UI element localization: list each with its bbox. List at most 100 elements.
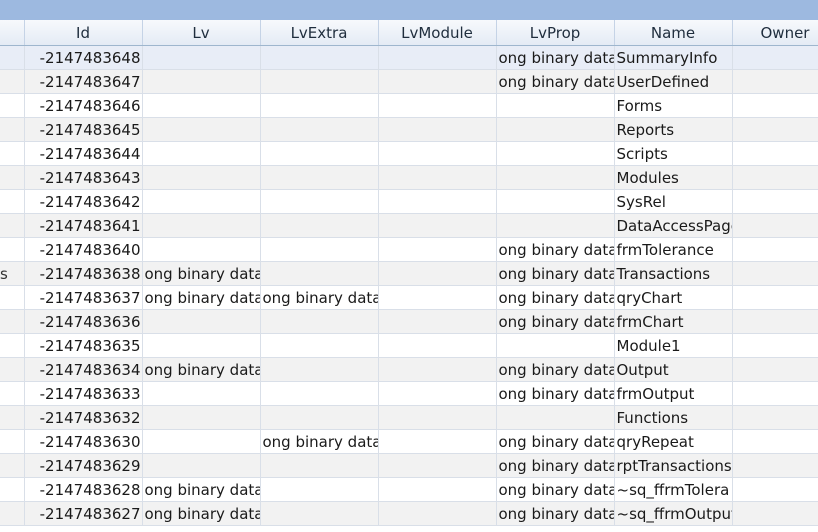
cell-lvprop[interactable]: ong binary data xyxy=(496,429,615,454)
cell-id[interactable]: -2147483637 xyxy=(24,285,143,310)
table-row[interactable]: -2147483648 ong binary data SummaryInfo xyxy=(0,45,818,70)
column-header-lvextra[interactable]: LvExtra xyxy=(260,20,379,46)
cell-lvmodule[interactable] xyxy=(378,477,497,502)
cell-lv[interactable] xyxy=(142,237,261,262)
cell-lvmodule[interactable] xyxy=(378,357,497,382)
cell-lv[interactable] xyxy=(142,213,261,238)
cell-edge[interactable] xyxy=(0,213,25,238)
cell-name[interactable]: UserDefined xyxy=(614,69,733,94)
cell-lvprop[interactable]: ong binary data xyxy=(496,237,615,262)
cell-lvextra[interactable] xyxy=(260,141,379,166)
cell-lvmodule[interactable] xyxy=(378,213,497,238)
cell-name[interactable]: DataAccessPage xyxy=(614,213,733,238)
cell-lvextra[interactable] xyxy=(260,237,379,262)
cell-owner[interactable] xyxy=(732,69,818,94)
cell-lv[interactable]: ong binary data xyxy=(142,501,261,526)
table-row[interactable]: -2147483628 ong binary data ong binary dat… xyxy=(0,477,818,502)
cell-lvprop[interactable] xyxy=(496,189,615,214)
cell-name[interactable]: qryChart xyxy=(614,285,733,310)
cell-lvextra[interactable] xyxy=(260,357,379,382)
cell-edge[interactable] xyxy=(0,237,25,262)
cell-lvextra[interactable] xyxy=(260,69,379,94)
cell-lvprop[interactable] xyxy=(496,165,615,190)
cell-lv[interactable]: ong binary data xyxy=(142,357,261,382)
cell-name[interactable]: Functions xyxy=(614,405,733,430)
cell-lvextra[interactable] xyxy=(260,93,379,118)
cell-lvprop[interactable]: ong binary data xyxy=(496,357,615,382)
cell-owner[interactable] xyxy=(732,165,818,190)
cell-id[interactable]: -2147483635 xyxy=(24,333,143,358)
cell-name[interactable]: Scripts xyxy=(614,141,733,166)
cell-lvmodule[interactable] xyxy=(378,261,497,286)
cell-lvmodule[interactable] xyxy=(378,45,497,70)
table-row[interactable]: -2147483637 ong binary data ong binary dat… xyxy=(0,285,818,310)
cell-lvmodule[interactable] xyxy=(378,309,497,334)
cell-name[interactable]: Transactions xyxy=(614,261,733,286)
cell-lv[interactable]: ong binary data xyxy=(142,261,261,286)
cell-edge[interactable] xyxy=(0,69,25,94)
cell-owner[interactable] xyxy=(732,405,818,430)
cell-edge[interactable]: s xyxy=(0,261,25,286)
cell-name[interactable]: qryRepeat xyxy=(614,429,733,454)
cell-lv[interactable] xyxy=(142,69,261,94)
cell-lvmodule[interactable] xyxy=(378,453,497,478)
cell-lv[interactable] xyxy=(142,429,261,454)
cell-edge[interactable] xyxy=(0,405,25,430)
cell-id[interactable]: -2147483641 xyxy=(24,213,143,238)
cell-lv[interactable]: ong binary data xyxy=(142,477,261,502)
cell-lvprop[interactable]: ong binary data xyxy=(496,309,615,334)
cell-lvextra[interactable] xyxy=(260,213,379,238)
cell-name[interactable]: Module1 xyxy=(614,333,733,358)
cell-lvprop[interactable]: ong binary data xyxy=(496,477,615,502)
cell-lvprop[interactable]: ong binary data xyxy=(496,381,615,406)
cell-lvextra[interactable] xyxy=(260,405,379,430)
table-row[interactable]: s -2147483638 ong binary data ong binary da… xyxy=(0,261,818,286)
table-row[interactable]: -2147483635 Module1 xyxy=(0,333,818,358)
cell-lvmodule[interactable] xyxy=(378,333,497,358)
cell-id[interactable]: -2147483648 xyxy=(24,45,143,70)
cell-edge[interactable] xyxy=(0,381,25,406)
cell-owner[interactable] xyxy=(732,381,818,406)
cell-owner[interactable] xyxy=(732,45,818,70)
cell-owner[interactable] xyxy=(732,261,818,286)
cell-lv[interactable] xyxy=(142,189,261,214)
table-row[interactable]: -2147483627 ong binary data ong binary dat… xyxy=(0,501,818,526)
table-row[interactable]: -2147483647 ong binary data UserDefined xyxy=(0,69,818,94)
cell-name[interactable]: Output xyxy=(614,357,733,382)
cell-id[interactable]: -2147483630 xyxy=(24,429,143,454)
cell-lvmodule[interactable] xyxy=(378,69,497,94)
cell-lv[interactable] xyxy=(142,333,261,358)
cell-edge[interactable] xyxy=(0,93,25,118)
column-header-lvprop[interactable]: LvProp xyxy=(496,20,615,46)
cell-lvmodule[interactable] xyxy=(378,429,497,454)
cell-id[interactable]: -2147483627 xyxy=(24,501,143,526)
cell-owner[interactable] xyxy=(732,429,818,454)
cell-edge[interactable] xyxy=(0,453,25,478)
cell-edge[interactable] xyxy=(0,357,25,382)
cell-lvextra[interactable] xyxy=(260,189,379,214)
cell-edge[interactable] xyxy=(0,45,25,70)
column-header-name[interactable]: Name xyxy=(614,20,733,46)
cell-lvextra[interactable] xyxy=(260,501,379,526)
cell-name[interactable]: Modules xyxy=(614,165,733,190)
cell-name[interactable]: Forms xyxy=(614,93,733,118)
cell-lv[interactable] xyxy=(142,405,261,430)
cell-lvextra[interactable]: ong binary data xyxy=(260,285,379,310)
cell-owner[interactable] xyxy=(732,357,818,382)
cell-id[interactable]: -2147483646 xyxy=(24,93,143,118)
table-row[interactable]: -2147483642 SysRel xyxy=(0,189,818,214)
cell-id[interactable]: -2147483645 xyxy=(24,117,143,142)
cell-id[interactable]: -2147483640 xyxy=(24,237,143,262)
cell-lv[interactable]: ong binary data xyxy=(142,285,261,310)
cell-lvmodule[interactable] xyxy=(378,189,497,214)
cell-owner[interactable] xyxy=(732,309,818,334)
cell-owner[interactable] xyxy=(732,285,818,310)
cell-lvextra[interactable] xyxy=(260,165,379,190)
datasheet-grid[interactable]: Id Lv LvExtra LvModule LvProp Name Owner… xyxy=(0,20,818,532)
cell-lv[interactable] xyxy=(142,381,261,406)
cell-lvprop[interactable]: ong binary data xyxy=(496,45,615,70)
table-row[interactable]: -2147483630 ong binary data ong binary dat… xyxy=(0,429,818,454)
cell-id[interactable]: -2147483636 xyxy=(24,309,143,334)
cell-edge[interactable] xyxy=(0,333,25,358)
cell-lvextra[interactable] xyxy=(260,261,379,286)
